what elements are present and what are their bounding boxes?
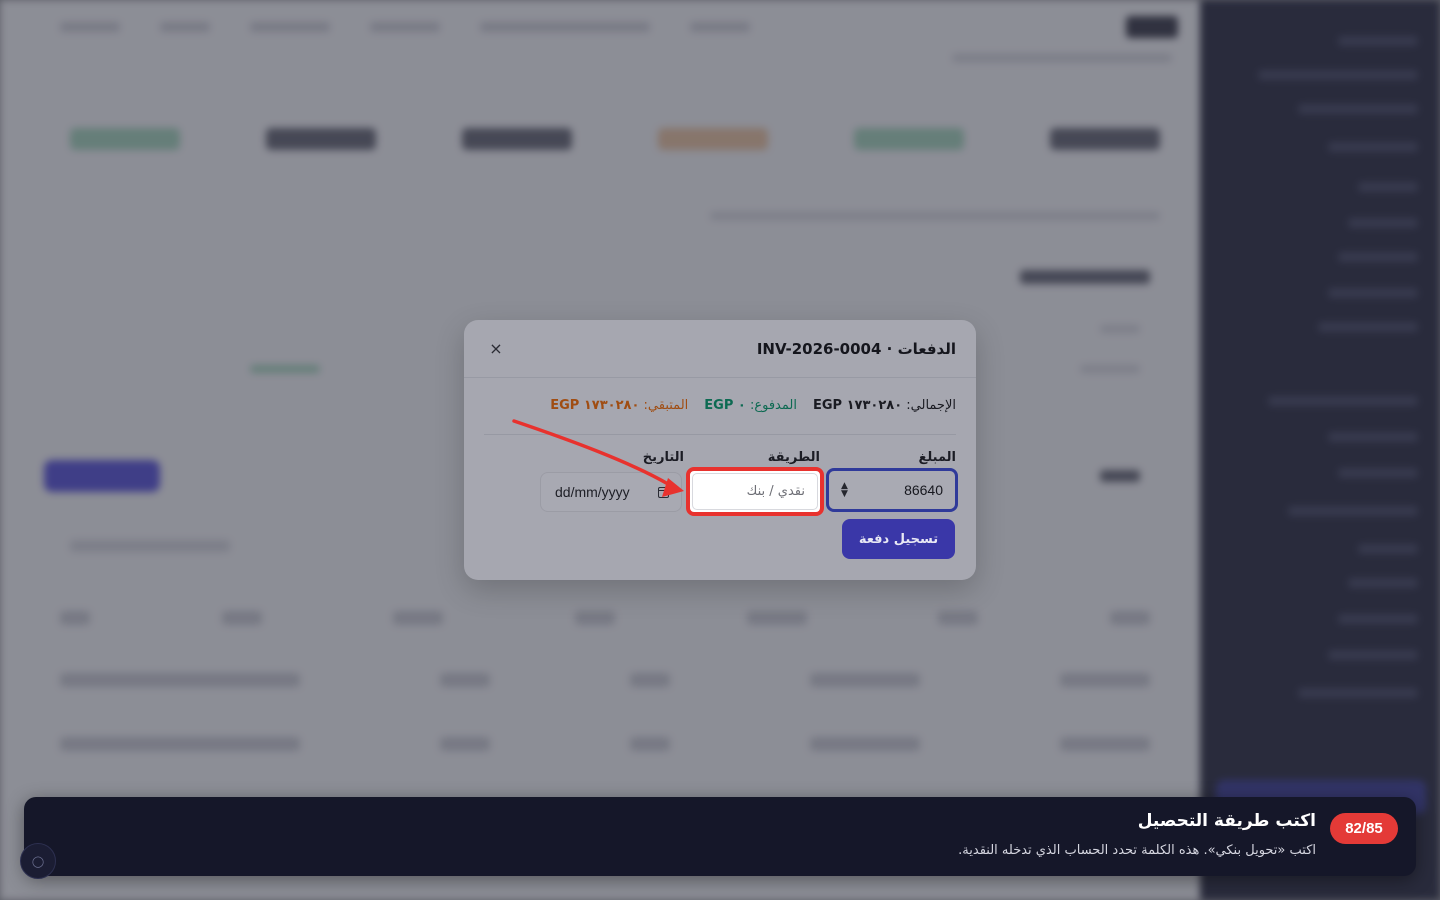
payments-modal: الدفعات · INV-2026-0004 × الإجمالي: ١٧٣٠… <box>464 320 976 580</box>
date-input[interactable]: dd/mm/yyyy <box>540 472 682 512</box>
date-input-placeholder: dd/mm/yyyy <box>555 484 630 500</box>
date-label: التاريخ <box>642 450 684 465</box>
method-input-highlight <box>686 467 824 516</box>
summary-remaining-label: المتبقي: <box>643 398 689 413</box>
summary-divider <box>484 434 956 435</box>
summary-remaining-value: ١٧٣٠٢٨٠ EGP <box>550 398 640 413</box>
close-icon[interactable]: × <box>484 337 508 361</box>
number-stepper-icon[interactable]: ▲ ▼ <box>841 482 848 499</box>
help-icon[interactable]: ◯ <box>20 843 56 879</box>
summary-paid-value: ٠ EGP <box>704 398 746 413</box>
summary-remaining: المتبقي: ١٧٣٠٢٨٠ EGP <box>550 398 688 413</box>
step-counter-badge: 82/85 <box>1330 813 1398 844</box>
amount-input-value: 86640 <box>904 482 943 498</box>
summary-total-label: الإجمالي: <box>906 398 956 413</box>
summary-total-value: ١٧٣٠٢٨٠ EGP <box>812 398 903 413</box>
modal-header: الدفعات · INV-2026-0004 × <box>464 320 976 378</box>
summary-paid: المدفوع: ٠ EGP <box>704 398 797 413</box>
amount-label: المبلغ <box>918 450 956 465</box>
method-input[interactable] <box>692 473 818 510</box>
summary-paid-label: المدفوع: <box>749 398 797 413</box>
toast-description: اكتب «تحويل بنكي». هذه الكلمة تحدد الحسا… <box>958 843 1316 858</box>
summary-total: الإجمالي: ١٧٣٠٢٨٠ EGP <box>813 398 956 413</box>
record-payment-button[interactable]: تسجيل دفعة <box>842 519 955 559</box>
tutorial-toast: 82/85 اكتب طريقة التحصيل اكتب «تحويل بنك… <box>24 797 1416 876</box>
calendar-icon[interactable] <box>658 486 669 498</box>
toast-title: اكتب طريقة التحصيل <box>1137 811 1316 831</box>
payment-summary: الإجمالي: ١٧٣٠٢٨٠ EGP المدفوع: ٠ EGP الم… <box>550 398 956 413</box>
method-label: الطريقة <box>767 450 820 465</box>
amount-input[interactable]: ▲ ▼ 86640 <box>826 468 958 512</box>
modal-title: الدفعات · INV-2026-0004 <box>756 339 956 358</box>
